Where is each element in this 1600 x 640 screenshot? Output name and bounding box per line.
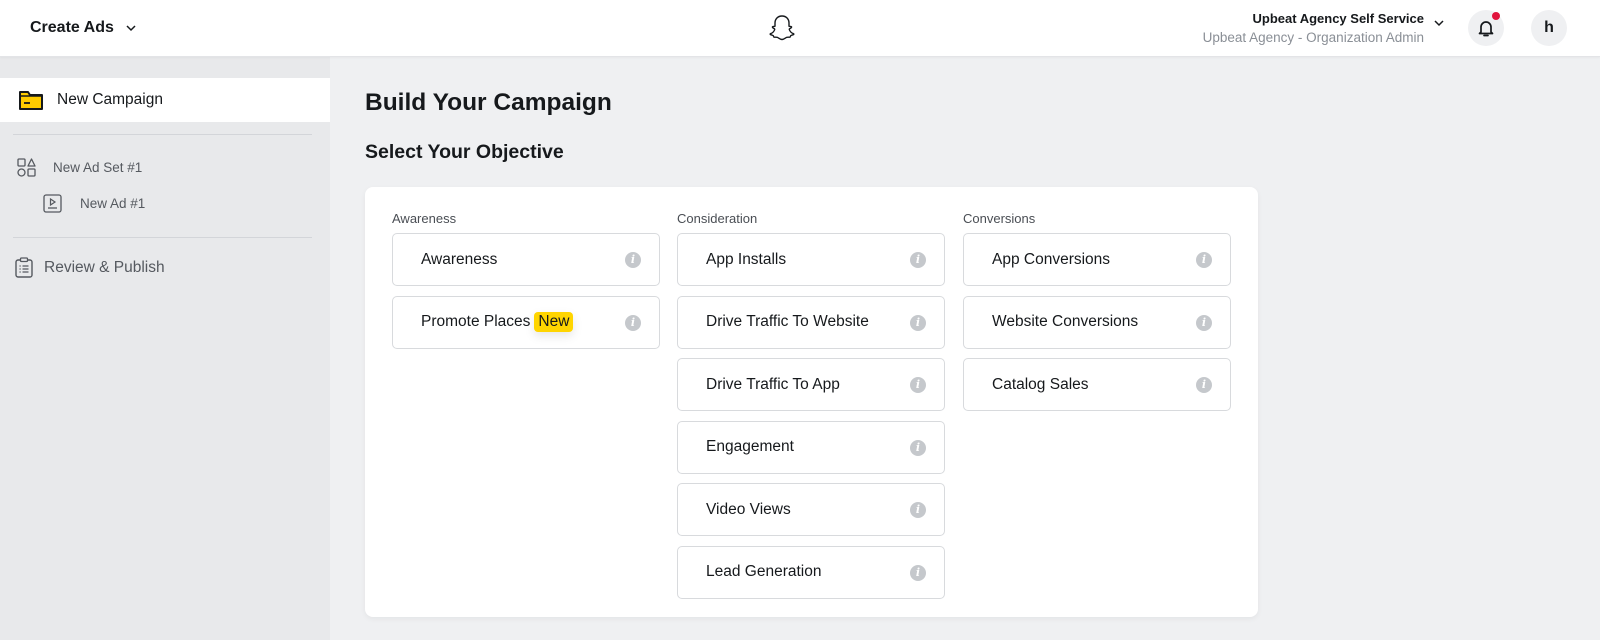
column-label: Consideration <box>677 211 758 226</box>
info-icon[interactable]: i <box>1196 252 1212 268</box>
notifications-button[interactable] <box>1468 10 1504 46</box>
page-title: Build Your Campaign <box>365 89 612 116</box>
sidebar-item-new-campaign[interactable]: New Campaign <box>0 78 330 122</box>
info-icon[interactable]: i <box>1196 314 1212 331</box>
app-title: Create Ads <box>30 19 114 36</box>
info-icon[interactable]: i <box>625 314 641 331</box>
new-badge: New <box>534 312 574 332</box>
option-label: App Conversions <box>992 250 1111 268</box>
objective-column-conversions: Conversions App Conversions i Website Co… <box>963 211 1231 421</box>
info-icon[interactable]: i <box>910 439 926 456</box>
option-label: Promote Places New <box>421 312 574 332</box>
sidebar-item-label: Review & Publish <box>44 259 165 276</box>
info-icon[interactable]: i <box>910 252 926 268</box>
objective-option-app-installs[interactable]: App Installs i <box>677 233 945 286</box>
option-label: Drive Traffic To Website <box>706 313 869 330</box>
sidebar-item-review-publish[interactable]: Review & Publish <box>0 250 330 286</box>
objective-option-promote-places[interactable]: Promote Places New i <box>392 295 660 349</box>
option-label: Awareness <box>421 250 498 268</box>
info-icon[interactable]: i <box>910 564 926 581</box>
objective-option-drive-traffic-app[interactable]: Drive Traffic To App i <box>677 358 945 411</box>
option-label: Website Conversions <box>992 313 1139 330</box>
column-label: Conversions <box>963 211 1036 226</box>
option-label: Video Views <box>706 500 791 518</box>
play-frame-icon <box>43 194 62 213</box>
column-label: Awareness <box>392 211 457 226</box>
option-label: Engagement <box>706 438 794 455</box>
objective-option-website-conversions[interactable]: Website Conversions i <box>963 295 1231 349</box>
shapes-icon <box>17 158 36 177</box>
objective-option-lead-generation[interactable]: Lead Generation i <box>677 545 945 599</box>
sidebar-item-label: New Campaign <box>57 91 163 108</box>
objective-card: Awareness Awareness i Promote Places New … <box>365 187 1258 617</box>
chevron-down-icon[interactable] <box>1432 16 1446 30</box>
objective-option-engagement[interactable]: Engagement i <box>677 420 945 474</box>
sidebar-divider <box>13 237 312 238</box>
clipboard-icon <box>15 257 33 278</box>
option-label: Catalog Sales <box>992 375 1089 393</box>
info-icon[interactable]: i <box>625 252 641 268</box>
sidebar-item-new-ad[interactable]: New Ad #1 <box>0 189 330 219</box>
top-header: Create Ads Upbeat Agency Self Service Up… <box>0 0 1600 57</box>
user-avatar[interactable]: h <box>1531 10 1567 46</box>
objective-column-awareness: Awareness Awareness i Promote Places New … <box>392 211 660 358</box>
account-switcher[interactable]: Upbeat Agency Self Service Upbeat Agency… <box>1203 10 1424 48</box>
account-role: Upbeat Agency - Organization Admin <box>1202 30 1424 45</box>
objective-option-app-conversions[interactable]: App Conversions i <box>963 233 1231 286</box>
option-label: Lead Generation <box>706 563 822 580</box>
sidebar-divider <box>13 134 312 135</box>
info-icon[interactable]: i <box>1196 377 1212 393</box>
create-ads-menu[interactable]: Create Ads <box>30 16 138 40</box>
bell-icon <box>1478 21 1494 37</box>
option-label-text: Promote Places <box>421 313 531 330</box>
sidebar-item-label: New Ad Set #1 <box>53 160 143 175</box>
objective-column-consideration: Consideration App Installs i Drive Traff… <box>677 211 945 608</box>
objective-option-catalog-sales[interactable]: Catalog Sales i <box>963 358 1231 411</box>
chevron-down-icon <box>126 25 136 32</box>
folder-icon <box>19 91 43 110</box>
sidebar-item-label: New Ad #1 <box>80 196 146 211</box>
sidebar: New Campaign New Ad Set #1 New Ad #1 Rev… <box>0 57 330 640</box>
sidebar-item-new-ad-set[interactable]: New Ad Set #1 <box>0 153 330 183</box>
info-icon[interactable]: i <box>910 502 926 518</box>
info-icon[interactable]: i <box>910 314 926 331</box>
option-label: App Installs <box>706 250 787 268</box>
objective-option-drive-traffic-website[interactable]: Drive Traffic To Website i <box>677 295 945 349</box>
snapchat-ghost-icon[interactable] <box>766 12 798 44</box>
info-icon[interactable]: i <box>910 377 926 393</box>
option-label: Drive Traffic To App <box>706 375 840 393</box>
notification-dot <box>1492 12 1500 20</box>
objective-option-awareness[interactable]: Awareness i <box>392 233 660 286</box>
section-title: Select Your Objective <box>365 141 564 163</box>
account-name: Upbeat Agency Self Service <box>1252 11 1424 26</box>
objective-option-video-views[interactable]: Video Views i <box>677 483 945 536</box>
